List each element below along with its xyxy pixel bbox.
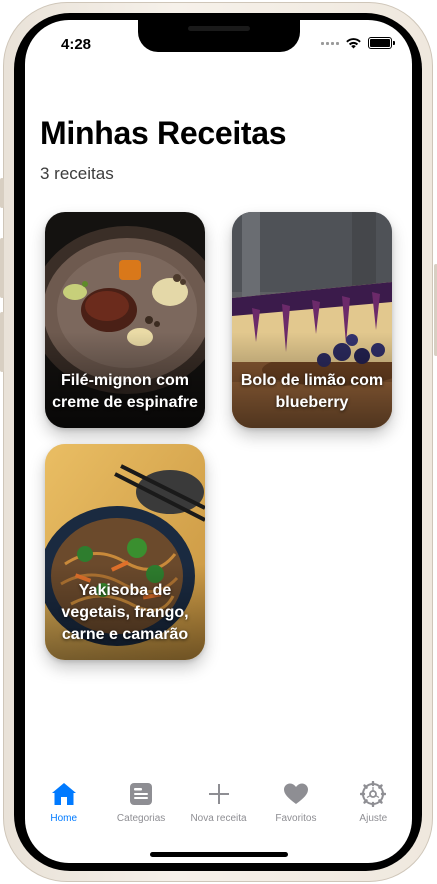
- tab-categorias[interactable]: Categorias: [102, 778, 179, 838]
- recipe-card-file-mignon[interactable]: Filé-mignon com creme de espinafre: [45, 212, 205, 428]
- tab-label: Categorias: [116, 813, 166, 824]
- tab-label: Ajuste: [359, 813, 388, 824]
- tab-bar: Home Categorias Nova receita Favoritos A…: [25, 778, 412, 838]
- volume-down-button: [0, 312, 4, 372]
- cellular-signal-icon: [321, 41, 339, 45]
- wifi-icon: [346, 38, 361, 49]
- page-title: Minhas Receitas: [40, 115, 287, 151]
- tab-favoritos[interactable]: Favoritos: [257, 778, 334, 838]
- recipe-title: Filé-mignon com creme de espinafre: [52, 372, 198, 411]
- tab-label: Home: [50, 813, 78, 824]
- notch: [138, 20, 300, 52]
- recipe-count: 3 receitas: [40, 164, 114, 183]
- battery-icon: [368, 37, 395, 49]
- recipe-title: Bolo de limão com blueberry: [240, 372, 384, 411]
- status-icons: [321, 37, 395, 49]
- tab-ajuste[interactable]: Ajuste: [335, 778, 412, 838]
- tab-label: Nova receita: [190, 813, 247, 824]
- speaker: [188, 26, 250, 31]
- home-indicator[interactable]: [150, 852, 288, 857]
- plus-icon: [208, 778, 230, 810]
- app-screen: 4:28 Minhas Receitas 3 receitas Filé-mig…: [25, 20, 412, 863]
- tab-nova-receita[interactable]: Nova receita: [180, 778, 257, 838]
- tab-home[interactable]: Home: [25, 778, 102, 838]
- gear-icon: [360, 778, 387, 810]
- house-icon: [50, 778, 78, 810]
- status-time: 4:28: [61, 36, 92, 53]
- list-card-icon: [129, 778, 153, 810]
- volume-up-button: [0, 238, 4, 298]
- recipe-title: Yakisoba de vegetais, frango, carne e ca…: [61, 582, 189, 643]
- recipe-card-bolo-limao[interactable]: Bolo de limão com blueberry: [232, 212, 392, 428]
- recipe-card-yakisoba[interactable]: Yakisoba de vegetais, frango, carne e ca…: [45, 444, 205, 660]
- heart-icon: [283, 778, 309, 810]
- mute-switch: [0, 178, 4, 208]
- tab-label: Favoritos: [275, 813, 317, 824]
